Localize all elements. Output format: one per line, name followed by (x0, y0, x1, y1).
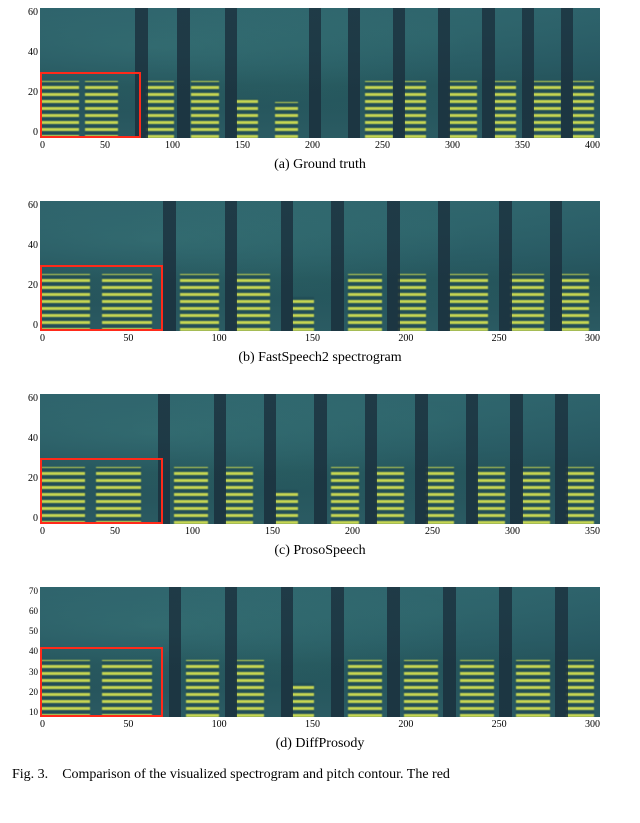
figure-caption: Fig. 3. Comparison of the visualized spe… (12, 766, 628, 785)
x-tick: 200 (305, 140, 320, 151)
spectrogram-b (40, 201, 600, 331)
x-axis-d: 0 50 100 150 200 250 300 (40, 719, 600, 730)
spectrogram-a (40, 8, 600, 138)
figure-3: 60 40 20 0 (0, 0, 640, 785)
x-tick: 100 (212, 333, 227, 344)
x-axis-c: 0 50 100 150 200 250 300 350 (40, 526, 600, 537)
x-tick: 250 (492, 333, 507, 344)
x-tick: 150 (265, 526, 280, 537)
x-tick: 0 (40, 526, 45, 537)
y-tick: 20 (28, 88, 38, 98)
y-tick: 20 (29, 688, 38, 697)
y-tick: 20 (28, 281, 38, 291)
y-tick: 40 (28, 241, 38, 251)
spectrogram-d (40, 587, 600, 717)
x-tick: 400 (585, 140, 600, 151)
y-tick: 70 (29, 587, 38, 596)
y-tick: 60 (28, 201, 38, 211)
x-tick: 250 (425, 526, 440, 537)
x-tick: 250 (375, 140, 390, 151)
x-tick: 250 (492, 719, 507, 730)
subplot-c: 60 40 20 0 (40, 394, 600, 559)
y-axis-b: 60 40 20 0 (14, 201, 38, 331)
highlight-box-a (40, 72, 141, 138)
x-tick: 100 (165, 140, 180, 151)
x-tick: 200 (345, 526, 360, 537)
x-tick: 50 (110, 526, 120, 537)
figure-caption-text: Comparison of the visualized spectrogram… (62, 767, 450, 782)
caption-d: (d) DiffProsody (40, 736, 600, 752)
y-tick: 50 (29, 627, 38, 636)
x-tick: 150 (305, 719, 320, 730)
caption-b: (b) FastSpeech2 spectrogram (40, 350, 600, 366)
spectrogram-c (40, 394, 600, 524)
x-tick: 300 (505, 526, 520, 537)
subplot-a: 60 40 20 0 (40, 8, 600, 173)
x-tick: 300 (585, 333, 600, 344)
x-tick: 200 (398, 333, 413, 344)
highlight-box-d (40, 647, 163, 717)
y-tick: 40 (28, 434, 38, 444)
y-tick: 40 (28, 48, 38, 58)
caption-a: (a) Ground truth (40, 157, 600, 173)
x-tick: 350 (515, 140, 530, 151)
x-tick: 300 (445, 140, 460, 151)
y-tick: 60 (28, 8, 38, 18)
y-axis-a: 60 40 20 0 (14, 8, 38, 138)
highlight-box-b (40, 265, 163, 331)
x-tick: 50 (100, 140, 110, 151)
x-tick: 200 (398, 719, 413, 730)
y-tick: 10 (29, 708, 38, 717)
y-tick: 60 (29, 607, 38, 616)
y-tick: 30 (29, 668, 38, 677)
x-tick: 350 (585, 526, 600, 537)
y-axis-c: 60 40 20 0 (14, 394, 38, 524)
x-tick: 0 (40, 140, 45, 151)
x-tick: 50 (123, 333, 133, 344)
x-tick: 100 (212, 719, 227, 730)
y-tick: 0 (33, 321, 38, 331)
x-tick: 50 (123, 719, 133, 730)
y-tick: 20 (28, 474, 38, 484)
x-axis-a: 0 50 100 150 200 250 300 350 400 (40, 140, 600, 151)
y-tick: 0 (33, 128, 38, 138)
subplot-b: 60 40 20 0 (40, 201, 600, 366)
x-tick: 0 (40, 333, 45, 344)
y-tick: 40 (29, 647, 38, 656)
highlight-box-c (40, 458, 163, 524)
caption-c: (c) ProsoSpeech (40, 543, 600, 559)
x-tick: 150 (305, 333, 320, 344)
y-tick: 60 (28, 394, 38, 404)
subplot-d: 70 60 50 40 30 20 10 (40, 587, 600, 752)
x-tick: 100 (185, 526, 200, 537)
x-axis-b: 0 50 100 150 200 250 300 (40, 333, 600, 344)
x-tick: 300 (585, 719, 600, 730)
x-tick: 0 (40, 719, 45, 730)
y-axis-d: 70 60 50 40 30 20 10 (14, 587, 38, 717)
y-tick: 0 (33, 514, 38, 524)
figure-number: Fig. 3. (12, 767, 48, 782)
x-tick: 150 (235, 140, 250, 151)
